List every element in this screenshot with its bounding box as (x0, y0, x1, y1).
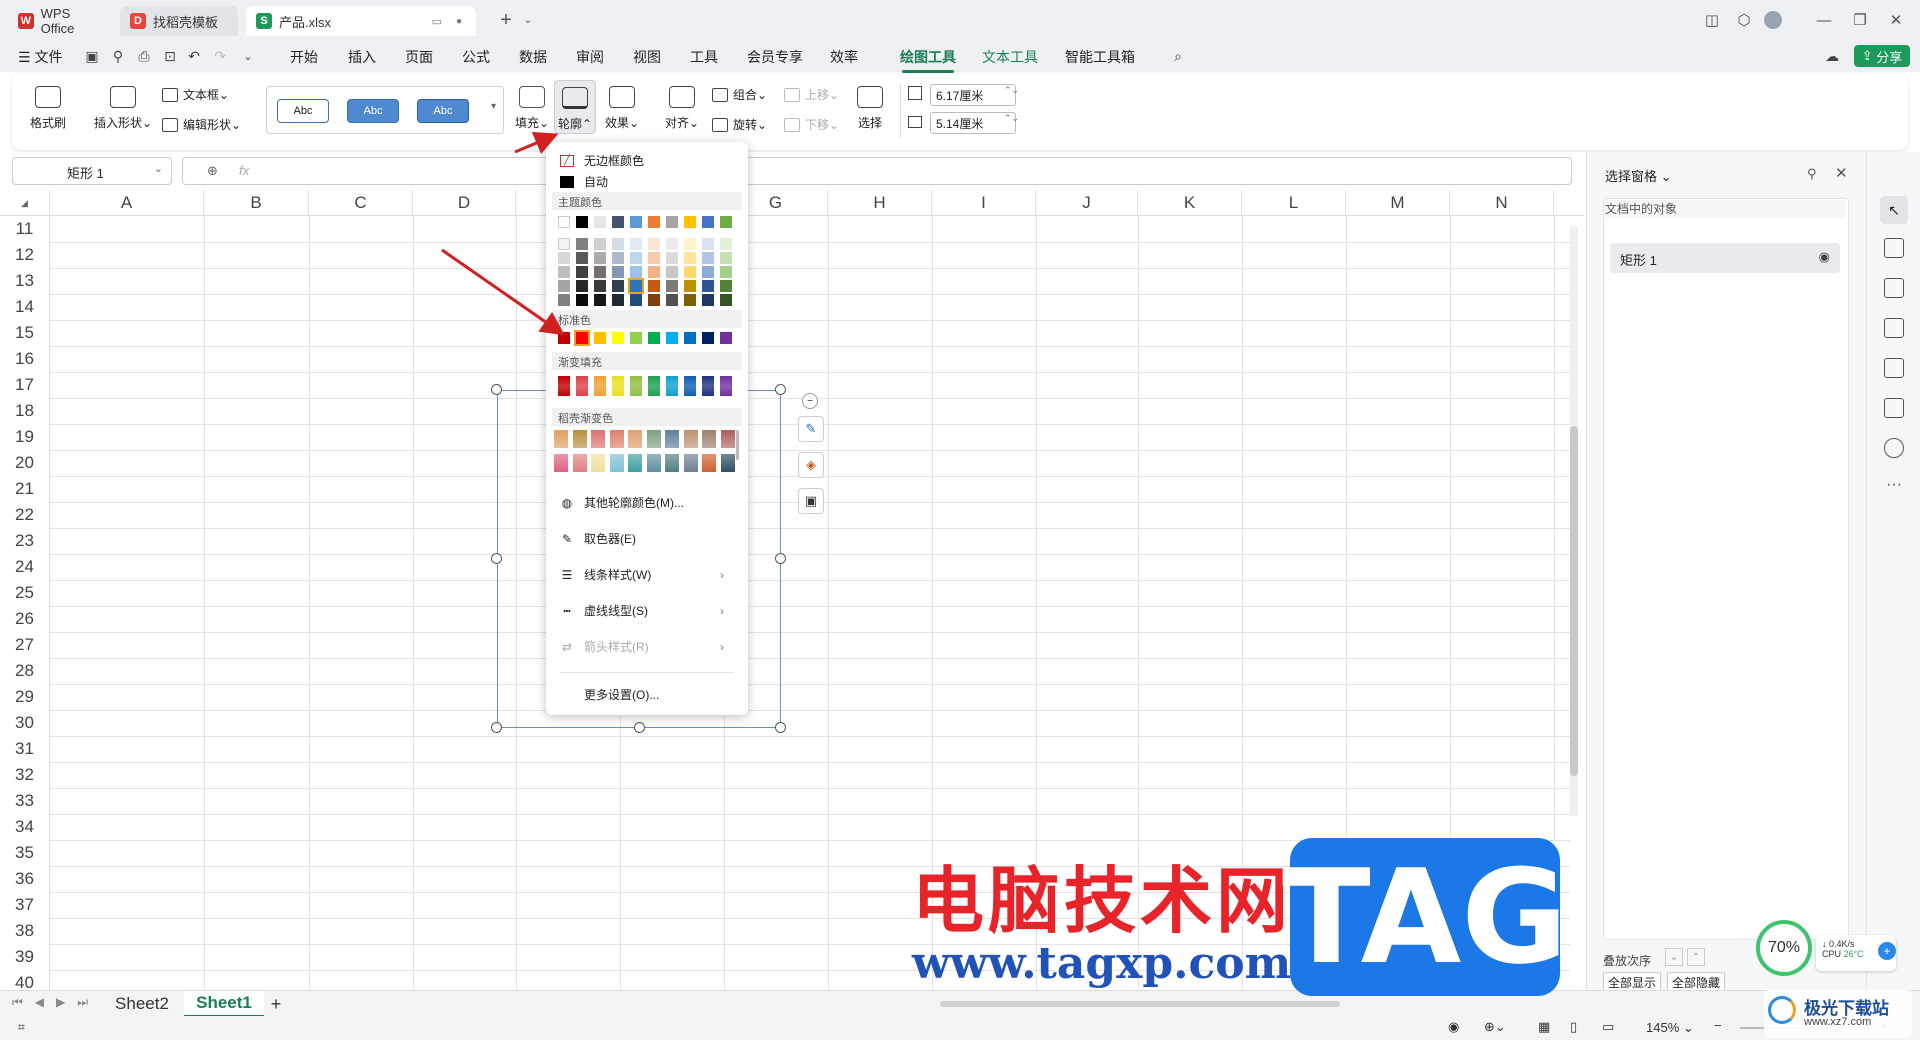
cpu-usage-gauge[interactable]: 70% (1756, 920, 1812, 976)
horizontal-scroll-thumb[interactable] (940, 1001, 1340, 1007)
zoom-out-icon[interactable]: − (1714, 1018, 1722, 1033)
sheet-nav-icons[interactable]: ⏮◀▶⏭ (12, 995, 100, 1010)
sheet-tab-bar: ⏮◀▶⏭ Sheet2 Sheet1 + (0, 990, 1920, 1017)
zoom-level[interactable]: 145% ⌄ (1646, 1020, 1694, 1036)
watermark-title: 电脑技术网 (912, 859, 1293, 943)
page-break-view-icon[interactable]: ▭ (1602, 1019, 1614, 1035)
page-layout-icon[interactable]: ▯ (1570, 1019, 1577, 1035)
sheet-tab-sheet1[interactable]: Sheet1 (184, 991, 264, 1017)
sheet-tab-sheet2[interactable]: Sheet2 (104, 991, 180, 1017)
monitor-plus-icon[interactable]: + (1878, 942, 1896, 960)
xz7-logo-icon (1768, 996, 1796, 1024)
arrow-to-red-swatch (441, 248, 565, 336)
tag-logo: TAG (1282, 838, 1568, 996)
xz7-site-url: www.xz7.com (1804, 1016, 1872, 1028)
watermark-url: www.tagxp.com (912, 938, 1292, 989)
arrow-to-outline-button (514, 131, 559, 155)
add-sheet-button[interactable]: + (266, 991, 286, 1017)
view-mode-icon[interactable]: ⊕⌄ (1484, 1019, 1506, 1035)
macro-icon[interactable]: ⌗ (18, 1020, 25, 1035)
xz7-watermark: 极光下载站 www.xz7.com (1764, 990, 1912, 1038)
status-bar: ⌗ ◉ ⊕⌄ ▦ ▯ ▭ 145% ⌄ − + (0, 1016, 1920, 1040)
eye-protect-icon[interactable]: ◉ (1448, 1019, 1459, 1035)
normal-view-icon[interactable]: ▦ (1538, 1019, 1550, 1035)
